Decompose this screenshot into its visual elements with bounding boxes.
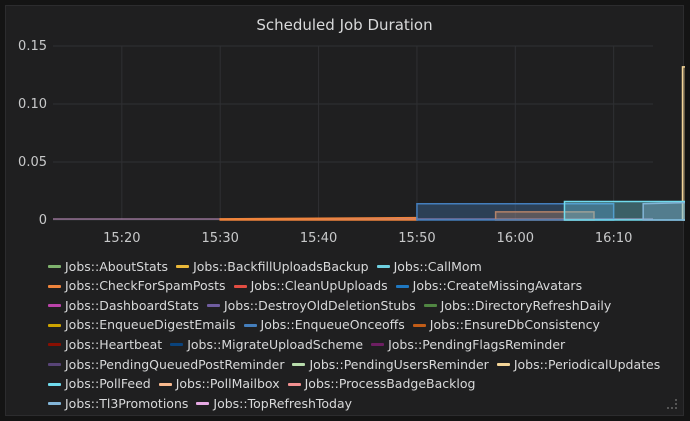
y-tick-label: 0.05	[18, 155, 47, 170]
y-tick-label: 0.10	[18, 97, 47, 112]
legend-row: Jobs::EnqueueDigestEmails Jobs::EnqueueOn…	[48, 313, 688, 332]
legend-swatch	[48, 362, 61, 366]
y-tick-label: 0	[39, 213, 47, 228]
legend-swatch	[233, 284, 247, 288]
legend-row: Jobs::DashboardStats Jobs::DestroyOldDele…	[48, 293, 688, 313]
legend-swatch	[170, 343, 184, 347]
legend-item[interactable]: Jobs::PeriodicalUpdates	[496, 355, 661, 375]
x-tick-label: 16:10	[595, 231, 632, 246]
legend-swatch	[158, 382, 172, 386]
legend-item[interactable]: Jobs::TopRefreshToday	[196, 394, 352, 414]
resize-handle-icon[interactable]	[667, 399, 677, 409]
x-tick-label: 15:20	[103, 231, 140, 246]
legend-swatch	[48, 343, 61, 347]
legend-row: Jobs::Tl3Promotions Jobs::TopRefreshToday	[48, 391, 688, 411]
chart-plot: 0 0.05 0.10 0.15 15:20 15:30 15:40 15:50 16:00 16…	[18, 39, 685, 246]
legend-item[interactable]: Jobs::Tl3Promotions	[48, 394, 188, 414]
legend-row: Jobs::AboutStats Jobs::BackfillUploadsBac…	[48, 254, 688, 274]
legend-swatch	[423, 304, 437, 308]
series-area-segment	[642, 201, 685, 221]
legend-swatch	[48, 284, 61, 288]
legend-swatch	[371, 343, 385, 347]
legend-row: Jobs::CheckForSpamPosts Jobs::CleanUpUplo…	[48, 274, 688, 293]
series-area-segment	[681, 66, 685, 221]
x-tick-label: 15:30	[201, 231, 238, 246]
graph-panel: Scheduled Job Duration 0 0.05 0.10 0.15 15:2…	[5, 5, 685, 416]
legend-label: Jobs::Tl3Promotions	[65, 395, 189, 411]
legend-swatch	[287, 382, 301, 386]
legend-row: Jobs::PollFeed Jobs::PollMailbox Jobs::Pro…	[48, 372, 688, 391]
legend: Jobs::AboutStats Jobs::BackfillUploadsBac…	[48, 254, 688, 411]
legend-swatch	[243, 323, 257, 327]
legend-swatch	[48, 323, 61, 327]
x-tick-label: 15:40	[300, 231, 337, 246]
legend-swatch	[48, 402, 61, 406]
legend-swatch	[292, 362, 306, 366]
series-area-segment	[219, 216, 418, 221]
x-tick-label: 15:50	[398, 231, 435, 246]
legend-label: Jobs::PeriodicalUpdates	[513, 356, 661, 372]
legend-swatch	[206, 304, 220, 308]
legend-swatch	[176, 265, 190, 268]
legend-label: Jobs::TopRefreshToday	[213, 395, 353, 411]
x-tick-label: 16:00	[497, 231, 534, 246]
legend-swatch	[48, 382, 61, 386]
legend-swatch	[196, 402, 210, 406]
legend-swatch	[496, 362, 510, 366]
legend-row: Jobs::Heartbeat Jobs::MigrateUploadScheme…	[48, 332, 688, 352]
legend-row: Jobs::PendingQueuedPostReminder Jobs::Pen…	[48, 352, 688, 372]
legend-swatch	[376, 265, 390, 268]
y-tick-label: 0.15	[18, 39, 47, 54]
legend-swatch	[412, 323, 426, 327]
legend-swatch	[395, 284, 409, 288]
legend-swatch	[48, 265, 61, 268]
legend-swatch	[48, 304, 61, 308]
